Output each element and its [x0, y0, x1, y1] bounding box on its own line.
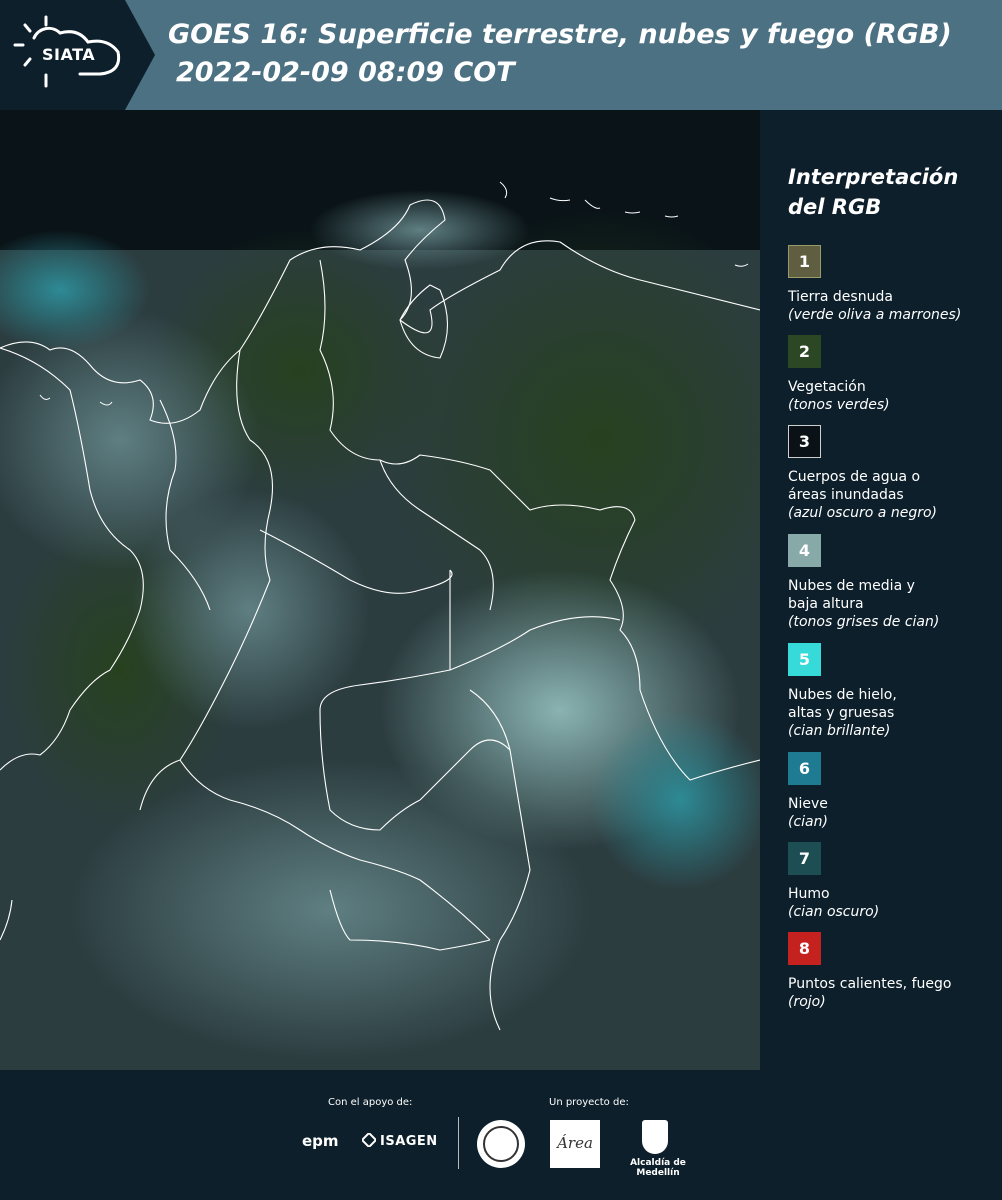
footer: Con el apoyo de: Un proyecto de: epm ISA…	[0, 1070, 1002, 1200]
project-label: Un proyecto de:	[549, 1097, 629, 1108]
legend-item-snow: 6 Nieve (cian)	[788, 752, 998, 831]
title-line-1: GOES 16: Superficie terrestre, nubes y f…	[168, 19, 952, 50]
legend-item-hotspots: 8 Puntos calientes, fuego (rojo)	[788, 932, 998, 1011]
legend-panel: Interpretación del RGB 1 Tierra desnuda …	[762, 110, 1002, 1070]
isagen-mark-icon	[360, 1131, 378, 1149]
legend-item-water: 3 Cuerpos de agua o áreas inundadas (azu…	[788, 425, 998, 522]
legend-sublabel: (cian oscuro)	[788, 904, 880, 920]
legend-swatch: 3	[788, 425, 821, 458]
legend-sublabel: (tonos verdes)	[788, 397, 890, 413]
legend-label: Nubes de media y baja altura	[788, 578, 915, 612]
legend-swatch: 7	[788, 842, 821, 875]
legend-label: Vegetación	[788, 379, 866, 395]
legend-swatch: 8	[788, 932, 821, 965]
legend-swatch: 1	[788, 245, 821, 278]
legend-item-mid-low-clouds: 4 Nubes de media y baja altura (tonos gr…	[788, 534, 998, 631]
legend-title-line-2: del RGB	[788, 195, 882, 219]
legend-sublabel: (rojo)	[788, 994, 826, 1010]
title-line-2: 2022-02-09 08:09 COT	[176, 57, 515, 88]
legend-sublabel: (cian)	[788, 814, 828, 830]
area-metropolitana-logo: Área	[550, 1120, 600, 1168]
header: SIATA GOES 16: Superficie terrestre, nub…	[0, 0, 1002, 110]
legend-sublabel: (azul oscuro a negro)	[788, 505, 937, 521]
satellite-image	[0, 110, 760, 1070]
legend-label: Puntos calientes, fuego	[788, 976, 952, 992]
legend-swatch: 2	[788, 335, 821, 368]
legend-item-smoke: 7 Humo (cian oscuro)	[788, 842, 998, 921]
legend-title: Interpretación del RGB	[788, 162, 958, 222]
legend-title-line-1: Interpretación	[788, 165, 959, 189]
legend-label: Nubes de hielo, altas y gruesas	[788, 687, 897, 721]
legend-label: Tierra desnuda	[788, 289, 893, 305]
legend-item-ice-clouds: 5 Nubes de hielo, altas y gruesas (cian …	[788, 643, 998, 740]
alcaldia-shield-icon	[642, 1120, 668, 1154]
satellite-map	[0, 110, 760, 1070]
isagen-logo: ISAGEN	[380, 1134, 438, 1149]
alcaldia-logo: Alcaldía de Medellín	[630, 1158, 686, 1178]
support-label: Con el apoyo de:	[328, 1097, 413, 1108]
legend-item-bare-land: 1 Tierra desnuda (verde oliva a marrones…	[788, 245, 998, 324]
legend-label: Nieve	[788, 796, 828, 812]
legend-swatch: 5	[788, 643, 821, 676]
legend-label: Humo	[788, 886, 830, 902]
medellin-seal-icon	[477, 1120, 525, 1168]
siata-logo-text: SIATA	[42, 45, 96, 64]
legend-swatch: 4	[788, 534, 821, 567]
legend-sublabel: (tonos grises de cian)	[788, 614, 940, 630]
page-title: GOES 16: Superficie terrestre, nubes y f…	[168, 16, 952, 92]
epm-logo: epm	[302, 1132, 339, 1150]
legend-swatch: 6	[788, 752, 821, 785]
legend-label: Cuerpos de agua o áreas inundadas	[788, 469, 921, 503]
legend-sublabel: (verde oliva a marrones)	[788, 307, 962, 323]
legend-sublabel: (cian brillante)	[788, 723, 891, 739]
legend-item-vegetation: 2 Vegetación (tonos verdes)	[788, 335, 998, 414]
footer-divider	[458, 1117, 459, 1169]
